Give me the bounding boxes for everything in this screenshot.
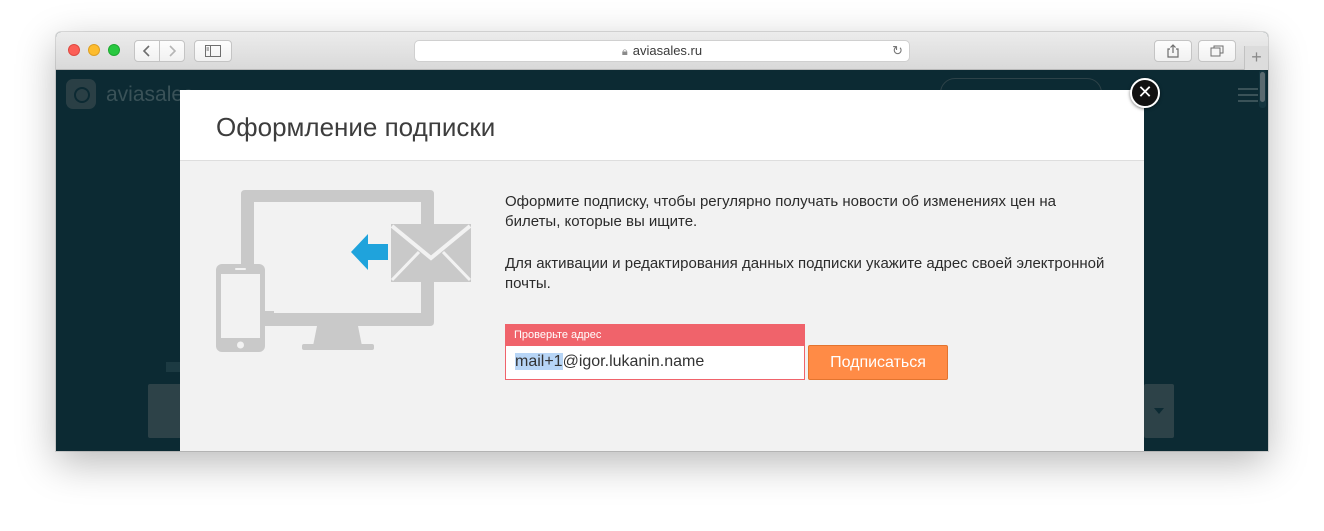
browser-window: 🔒︎ aviasales.ru ↻ + aviasales Оформление …	[56, 32, 1268, 451]
minimize-window-button[interactable]	[88, 44, 100, 56]
close-modal-button[interactable]: ✕	[1130, 78, 1160, 108]
search-field-dropdown[interactable]	[1144, 384, 1174, 438]
description-text: Оформите подписку, чтобы регулярно получ…	[505, 192, 1113, 232]
activation-text: Для активации и редактирования данных по…	[505, 255, 1105, 292]
aviasales-logo-icon[interactable]	[66, 79, 96, 109]
address-bar[interactable]: 🔒︎ aviasales.ru ↻	[414, 40, 910, 62]
forward-chevron-icon	[169, 45, 177, 57]
envelope-icon	[390, 224, 472, 282]
lock-icon: 🔒︎	[621, 46, 628, 58]
close-window-button[interactable]	[68, 44, 80, 56]
back-chevron-icon	[142, 45, 150, 57]
browser-toolbar: 🔒︎ aviasales.ru ↻ +	[56, 32, 1268, 70]
modal-title: Оформление подписки	[216, 112, 496, 142]
email-selected-text: mail+1	[515, 353, 563, 370]
arrow-left-icon	[351, 234, 388, 270]
subscription-form: Проверьте адрес mail+1@igor.lukanin.name…	[505, 324, 1125, 380]
phone-icon	[216, 264, 265, 352]
hamburger-menu-icon[interactable]	[1238, 88, 1258, 102]
subscription-illustration	[216, 190, 472, 352]
email-error-message: Проверьте адрес	[505, 324, 805, 346]
modal-header: Оформление подписки	[180, 90, 1144, 161]
share-button[interactable]	[1154, 40, 1192, 62]
tabs-icon	[1210, 45, 1224, 57]
page-content: aviasales Оформление подписки Оформите п…	[56, 70, 1268, 451]
email-rest-text: @igor.lukanin.name	[562, 353, 705, 370]
description-line-1: Оформите подписку, чтобы регулярно получ…	[505, 193, 1056, 210]
url-text: aviasales.ru	[632, 43, 703, 58]
reload-icon[interactable]: ↻	[892, 41, 903, 61]
sidebar-icon	[205, 45, 221, 57]
email-input[interactable]: mail+1@igor.lukanin.name	[505, 346, 805, 380]
tabs-button[interactable]	[1198, 40, 1236, 62]
background-label	[166, 362, 180, 372]
share-icon	[1167, 44, 1179, 58]
scrollbar[interactable]	[1259, 70, 1266, 108]
modal-body-text: Оформите подписку, чтобы регулярно получ…	[505, 192, 1117, 294]
new-tab-button[interactable]: +	[1244, 46, 1268, 70]
subscription-modal: Оформление подписки Оформите подписку, ч…	[180, 90, 1144, 451]
back-button[interactable]	[134, 40, 160, 62]
forward-button[interactable]	[159, 40, 185, 62]
navigation-buttons	[134, 40, 186, 62]
description-line-2: билеты, которые вы ищите.	[505, 213, 698, 230]
zoom-window-button[interactable]	[108, 44, 120, 56]
subscribe-button[interactable]: Подписаться	[808, 345, 948, 380]
close-icon: ✕	[1137, 82, 1153, 102]
sidebar-button[interactable]	[194, 40, 232, 62]
